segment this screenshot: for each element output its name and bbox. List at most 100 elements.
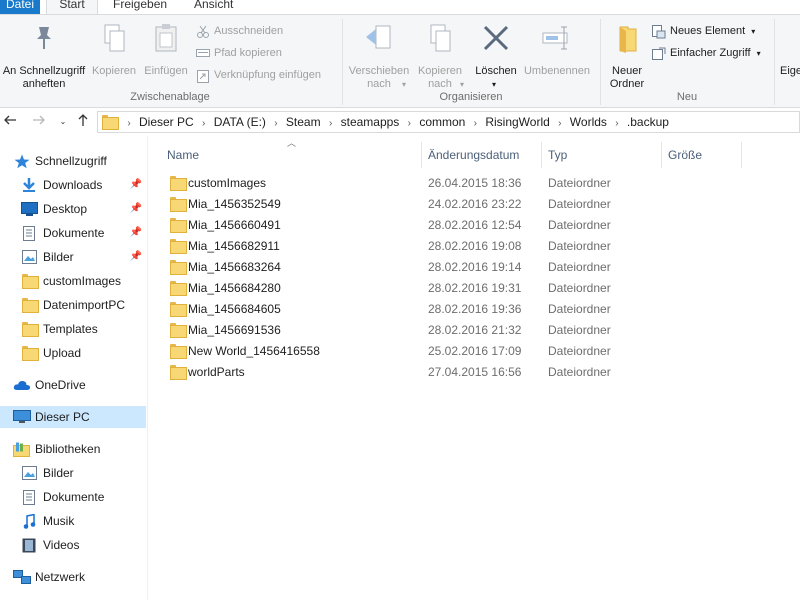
sidebar-item-desktop[interactable]: Desktop 📌: [0, 198, 146, 220]
file-row[interactable]: Mia_1456660491 28.02.2016 12:54 Dateiordne…: [167, 215, 747, 236]
rename-button[interactable]: Umbenennen: [520, 23, 594, 83]
new-item-button[interactable]: Neues Element ▾: [652, 23, 755, 39]
ribbon-separator: [600, 19, 601, 105]
folder-icon: [170, 344, 187, 359]
folder-icon: [170, 197, 187, 212]
cut-button[interactable]: Ausschneiden: [196, 23, 283, 39]
file-row[interactable]: Mia_1456683264 28.02.2016 19:14 Dateiordne…: [167, 257, 747, 278]
breadcrumb-separator-icon[interactable]: ›: [122, 114, 136, 134]
file-type: Dateiordner: [548, 260, 611, 274]
pin-quick-access-button[interactable]: An Schnellzugriff anheften: [0, 23, 88, 90]
file-date: 28.02.2016 12:54: [428, 218, 522, 232]
breadcrumb-item[interactable]: RisingWorld: [482, 112, 552, 132]
sidebar-item-network[interactable]: Netzwerk: [0, 566, 146, 588]
breadcrumb-item[interactable]: steamapps: [338, 112, 403, 132]
recent-locations-button[interactable]: ⌄: [54, 113, 72, 131]
sidebar-item-label: Schnellzugriff: [35, 154, 107, 168]
file-type: Dateiordner: [548, 176, 611, 190]
tab-view[interactable]: Ansicht: [194, 0, 233, 14]
back-button[interactable]: [1, 113, 19, 131]
ribbon: An Schnellzugriff anheften Kopieren Einf…: [0, 14, 800, 108]
sidebar-item-libraries[interactable]: Bibliotheken: [0, 438, 146, 460]
sidebar-item-downloads[interactable]: Downloads 📌: [0, 174, 146, 196]
breadcrumb-item[interactable]: .backup: [624, 112, 672, 132]
navigation-pane: Schnellzugriff Downloads 📌 Desktop 📌 Dok…: [0, 136, 148, 600]
file-name: Mia_1456691536: [188, 323, 281, 337]
tab-file[interactable]: Datei: [0, 0, 40, 14]
file-row[interactable]: customImages 26.04.2015 18:36 Dateiordner: [167, 173, 747, 194]
address-bar[interactable]: › Dieser PC › DATA (E:) › Steam › steamapps › com…: [97, 111, 800, 133]
column-header-date[interactable]: Änderungsdatum: [428, 143, 538, 167]
delete-button[interactable]: Löschen ▾: [472, 23, 520, 89]
sidebar-item-custom-images[interactable]: customImages: [0, 270, 146, 292]
folder-icon: [170, 260, 187, 275]
breadcrumb-separator-icon[interactable]: ›: [402, 114, 416, 134]
file-row[interactable]: Mia_1456682911 28.02.2016 19:08 Dateiordne…: [167, 236, 747, 257]
group-organize-label: Organisieren: [439, 91, 503, 103]
sidebar-item-label: Templates: [43, 322, 98, 336]
breadcrumb-item[interactable]: Steam: [283, 112, 324, 132]
copy-button[interactable]: Kopieren: [90, 23, 138, 83]
sidebar-item-lib-documents[interactable]: Dokumente: [0, 486, 146, 508]
breadcrumb-item[interactable]: common: [416, 112, 468, 132]
column-header-type[interactable]: Typ: [548, 143, 658, 167]
breadcrumb-separator-icon[interactable]: ›: [269, 114, 283, 134]
file-row[interactable]: Mia_1456684605 28.02.2016 19:36 Dateiordne…: [167, 299, 747, 320]
easy-access-dropdown-icon: ▾: [756, 49, 761, 58]
copy-path-label: Pfad kopieren: [214, 47, 282, 59]
sidebar-item-lib-pictures[interactable]: Bilder: [0, 462, 146, 484]
delete-dropdown-icon: ▾: [492, 80, 497, 89]
sidebar-item-lib-music[interactable]: Musik: [0, 510, 146, 532]
file-row[interactable]: Mia_1456684280 28.02.2016 19:31 Dateiordne…: [167, 278, 747, 299]
sidebar-item-pictures[interactable]: Bilder 📌: [0, 246, 146, 268]
file-name: Mia_1456352549: [188, 197, 281, 211]
column-divider[interactable]: [741, 142, 742, 168]
tab-share[interactable]: Freigeben: [113, 0, 167, 14]
breadcrumb-separator-icon[interactable]: ›: [468, 114, 482, 134]
cloud-icon: [13, 380, 31, 390]
breadcrumb-separator-icon[interactable]: ›: [197, 114, 211, 134]
folder-icon: [102, 115, 119, 130]
copy-to-button[interactable]: Kopieren nach ▾: [412, 23, 468, 90]
sidebar-item-templates[interactable]: Templates: [0, 318, 146, 340]
file-name: customImages: [188, 176, 267, 190]
up-button[interactable]: [74, 113, 92, 131]
file-row[interactable]: worldParts 27.04.2015 16:56 Dateiordner: [167, 362, 747, 383]
column-header-size[interactable]: Größe: [668, 143, 738, 167]
file-type: Dateiordner: [548, 218, 611, 232]
breadcrumb-item[interactable]: DATA (E:): [211, 112, 269, 132]
file-row[interactable]: Mia_1456352549 24.02.2016 23:22 Dateiordne…: [167, 194, 747, 215]
sidebar-item-documents[interactable]: Dokumente 📌: [0, 222, 146, 244]
ribbon-separator: [342, 19, 343, 105]
sidebar-item-label: OneDrive: [35, 378, 86, 392]
breadcrumb-item[interactable]: Dieser PC: [136, 112, 197, 132]
forward-button[interactable]: [30, 113, 48, 131]
file-name: Mia_1456684280: [188, 281, 281, 295]
folder-icon: [170, 218, 187, 233]
sidebar-item-this-pc[interactable]: Dieser PC: [0, 406, 146, 428]
move-to-button[interactable]: Verschieben nach ▾: [346, 23, 412, 90]
paste-shortcut-button[interactable]: Verknüpfung einfügen: [196, 67, 321, 83]
sidebar-item-datenimport[interactable]: DatenimportPC: [0, 294, 146, 316]
file-row[interactable]: Mia_1456691536 28.02.2016 21:32 Dateiordne…: [167, 320, 747, 341]
properties-button[interactable]: Eige: [780, 65, 800, 78]
tab-start[interactable]: Start: [46, 0, 98, 14]
pictures-icon: [22, 466, 37, 480]
breadcrumb-separator-icon[interactable]: ›: [324, 114, 338, 134]
sidebar-item-label: Upload: [43, 346, 82, 360]
breadcrumb-separator-icon[interactable]: ›: [553, 114, 567, 134]
file-row[interactable]: New World_1456416558 25.02.2016 17:09 Date…: [167, 341, 747, 362]
new-folder-button[interactable]: Neuer Ordner: [604, 23, 650, 90]
sidebar-item-quick-access[interactable]: Schnellzugriff: [0, 150, 146, 172]
easy-access-button[interactable]: Einfacher Zugriff ▾: [652, 45, 761, 61]
column-divider[interactable]: [661, 142, 662, 168]
sidebar-item-onedrive[interactable]: OneDrive: [0, 374, 146, 396]
column-divider[interactable]: [421, 142, 422, 168]
column-divider[interactable]: [541, 142, 542, 168]
breadcrumb-item[interactable]: Worlds: [567, 112, 610, 132]
sidebar-item-lib-videos[interactable]: Videos: [0, 534, 146, 556]
sidebar-item-upload[interactable]: Upload: [0, 342, 146, 364]
paste-button[interactable]: Einfügen: [140, 23, 192, 83]
breadcrumb-separator-icon[interactable]: ›: [610, 114, 624, 134]
copy-path-button[interactable]: Pfad kopieren: [196, 45, 282, 61]
